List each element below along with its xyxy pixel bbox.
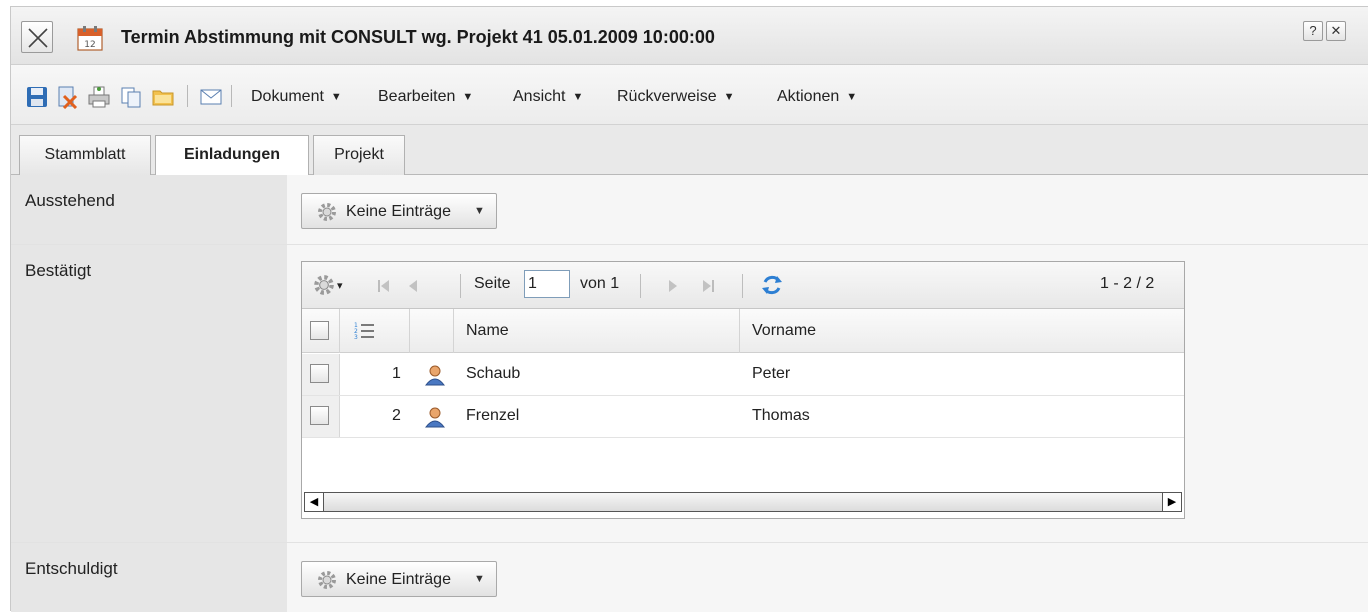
- next-page-icon[interactable]: [664, 278, 680, 294]
- dropdown-arrow-icon: ▾: [337, 280, 343, 292]
- tab-projekt[interactable]: Projekt: [313, 135, 405, 176]
- window-title: Termin Abstimmung mit CONSULT wg. Projek…: [121, 27, 715, 47]
- last-page-icon[interactable]: [700, 278, 716, 294]
- menu-aktionen[interactable]: Aktionen ▼: [777, 88, 857, 106]
- section-label: Entschuldigt: [25, 559, 118, 578]
- close-icon: [28, 28, 48, 48]
- record-range: 1 - 2 / 2: [1100, 275, 1155, 292]
- menu-bearbeiten[interactable]: Bearbeiten ▼: [378, 88, 473, 106]
- svg-text:12: 12: [84, 40, 95, 50]
- dropdown-arrow-icon: ▼: [474, 573, 485, 585]
- dropdown-arrow-icon: ▼: [723, 91, 735, 103]
- menu-dokument[interactable]: Dokument ▼: [251, 88, 342, 106]
- gear-icon: [318, 203, 336, 221]
- tab-bar: Stammblatt Einladungen Projekt: [11, 125, 1368, 177]
- toolbar-separator: [187, 85, 188, 107]
- column-header-name[interactable]: Name: [454, 309, 740, 353]
- section-ausstehend: Ausstehend Keine Einträge ▼: [11, 175, 1368, 245]
- print-icon[interactable]: [87, 85, 111, 109]
- cell-name: Frenzel: [466, 407, 520, 424]
- tab-stammblatt[interactable]: Stammblatt: [19, 135, 151, 176]
- mail-icon[interactable]: [199, 85, 223, 109]
- row-number: 2: [392, 407, 401, 424]
- page-label: Seite: [474, 275, 511, 292]
- section-label: Ausstehend: [25, 191, 115, 210]
- dropdown-arrow-icon: ▼: [474, 205, 485, 217]
- table-row[interactable]: 2 Frenzel Thomas: [302, 396, 1184, 438]
- scroll-left-icon[interactable]: ◀: [305, 493, 323, 511]
- person-icon: [424, 407, 446, 428]
- dropdown-arrow-icon: ▼: [846, 91, 858, 103]
- numbered-list-icon[interactable]: 1 2 3: [354, 321, 376, 341]
- copy-icon[interactable]: [119, 85, 143, 109]
- gear-icon: [318, 571, 336, 589]
- dropdown-arrow-icon: ▼: [572, 91, 584, 103]
- calendar-icon: 12: [77, 26, 103, 51]
- toolbar-separator: [231, 85, 232, 107]
- close-button[interactable]: ✕: [1326, 21, 1346, 41]
- cell-vorname: Thomas: [752, 407, 810, 424]
- scroll-right-icon[interactable]: ▶: [1163, 493, 1181, 511]
- help-button[interactable]: ?: [1303, 21, 1323, 41]
- tab-einladungen[interactable]: Einladungen: [155, 135, 309, 177]
- row-checkbox[interactable]: [310, 364, 329, 383]
- title-bar: 12 Termin Abstimmung mit CONSULT wg. Pro…: [11, 7, 1368, 65]
- svg-text:3: 3: [354, 334, 358, 341]
- section-entschuldigt: Entschuldigt Keine Einträge ▼: [11, 543, 1368, 612]
- gear-icon[interactable]: [312, 273, 336, 297]
- first-page-icon[interactable]: [376, 278, 392, 294]
- scroll-thumb[interactable]: [323, 493, 1163, 511]
- person-icon: [424, 365, 446, 386]
- section-label: Bestätigt: [25, 261, 92, 280]
- page-count-label: von 1: [580, 275, 620, 292]
- dropdown-arrow-icon: ▼: [462, 91, 474, 103]
- row-checkbox[interactable]: [310, 406, 329, 425]
- cell-vorname: Peter: [752, 365, 791, 382]
- folder-icon[interactable]: [151, 85, 175, 109]
- section-bestaetigt: Bestätigt ▾ Seite 1 von 1 1 - 2 / 2 1 2 …: [11, 245, 1368, 543]
- page-number-input[interactable]: 1: [524, 270, 570, 298]
- document-window: 12 Termin Abstimmung mit CONSULT wg. Pro…: [10, 6, 1368, 612]
- close-window-button[interactable]: [21, 21, 53, 53]
- save-icon[interactable]: [25, 85, 49, 109]
- refresh-icon[interactable]: [760, 273, 784, 297]
- confirmed-grid: ▾ Seite 1 von 1 1 - 2 / 2 1 2 3 Name Vor…: [301, 261, 1185, 519]
- table-row[interactable]: 1 Schaub Peter: [302, 354, 1184, 396]
- select-all-checkbox[interactable]: [310, 321, 329, 340]
- dropdown-arrow-icon: ▼: [330, 91, 342, 103]
- column-header-vorname[interactable]: Vorname: [740, 309, 1184, 353]
- menu-ansicht[interactable]: Ansicht ▼: [513, 88, 583, 106]
- horizontal-scrollbar[interactable]: ◀ ▶: [304, 492, 1182, 512]
- grid-body: 1 Schaub Peter 2 Frenzel Thomas: [302, 354, 1184, 438]
- delete-document-icon[interactable]: [55, 85, 79, 109]
- toolbar: Dokument ▼ Bearbeiten ▼ Ansicht ▼ Rückverwe…: [11, 65, 1368, 125]
- grid-pager: ▾ Seite 1 von 1 1 - 2 / 2: [302, 262, 1184, 309]
- grid-header: 1 2 3 Name Vorname: [302, 309, 1184, 353]
- cell-name: Schaub: [466, 365, 521, 382]
- prev-page-icon[interactable]: [406, 278, 422, 294]
- keine-eintraege-button[interactable]: Keine Einträge ▼: [301, 561, 497, 597]
- keine-eintraege-button[interactable]: Keine Einträge ▼: [301, 193, 497, 229]
- row-number: 1: [392, 365, 401, 382]
- menu-rueckverweise[interactable]: Rückverweise ▼: [617, 88, 734, 106]
